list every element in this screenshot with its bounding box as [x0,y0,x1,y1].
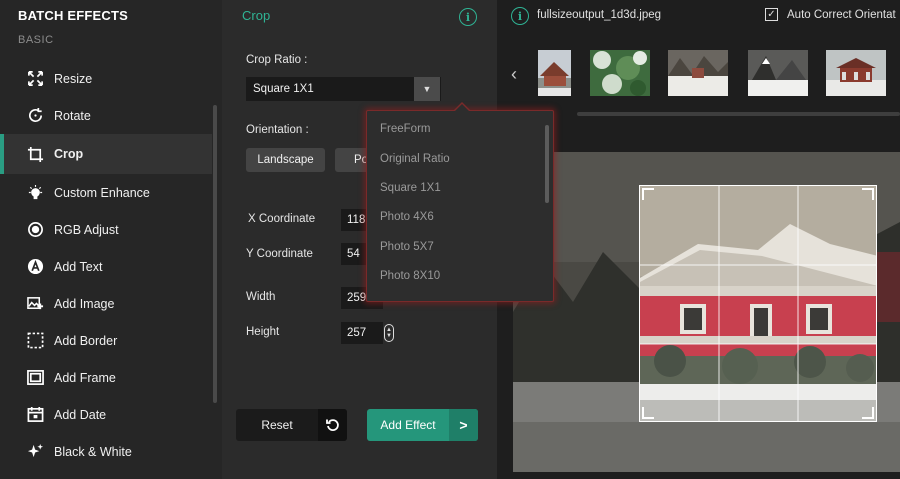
reset-label: Reset [261,418,293,432]
sidebar-item-black-white[interactable]: Black & White [0,433,212,470]
chevron-down-icon[interactable]: ▼ [414,77,440,101]
thumbnail-5[interactable] [826,50,886,96]
text-icon [26,258,44,276]
height-input[interactable]: 257 [341,322,383,344]
dropdown-option-square[interactable]: Square 1X1 [380,182,441,194]
crop-ratio-label: Crop Ratio : [246,54,308,66]
rotate-icon [26,107,44,125]
sidebar-item-add-frame[interactable]: Add Frame [0,359,212,396]
dropdown-scrollbar[interactable] [545,125,549,203]
sidebar-item-label: Add Text [54,259,103,274]
sidebar-item-add-text[interactable]: Add Text [0,248,212,285]
width-label: Width [246,291,276,303]
calendar-icon [26,406,44,424]
panel-title: Crop [242,8,271,23]
add-image-icon [26,295,44,313]
effects-menu: Resize Rotate Crop Custom Enhance RGB Ad… [0,60,212,470]
preview-area: i fullsizeoutput_1d3d.jpeg ✓ Auto Correc… [497,0,900,479]
thumbnail-3[interactable] [668,50,728,96]
height-stepper[interactable]: ▲ ▼ [384,324,394,342]
preview-top-bar: i fullsizeoutput_1d3d.jpeg ✓ Auto Correc… [497,0,900,32]
sidebar-item-rgb-adjust[interactable]: RGB Adjust [0,211,212,248]
add-effect-button[interactable]: Add Effect > [367,409,478,441]
reset-button[interactable]: Reset [236,409,347,441]
sidebar-item-label: Crop [54,147,84,161]
sidebar-item-label: Add Image [54,296,115,311]
dropdown-option-photo-4x6[interactable]: Photo 4X6 [380,211,434,223]
crop-ratio-select[interactable]: Square 1X1 ▼ [246,77,441,101]
sparkle-icon [26,443,44,461]
sidebar-item-label: Add Frame [54,370,116,385]
section-label: BASIC [18,34,54,46]
rgb-icon [26,221,44,239]
crop-handle-bottom-left[interactable] [642,407,654,419]
dropdown-option-original-ratio[interactable]: Original Ratio [380,153,450,165]
landscape-button[interactable]: Landscape [246,148,325,172]
height-label: Height [246,326,280,338]
frame-icon [26,369,44,387]
dropdown-option-freeform[interactable]: FreeForm [380,123,430,135]
sidebar-item-resize[interactable]: Resize [0,60,212,97]
sidebar-item-add-date[interactable]: Add Date [0,396,212,433]
thumbnail-scrollbar[interactable] [577,112,900,116]
sidebar-scrollbar[interactable] [213,105,217,403]
crop-handle-bottom-right[interactable] [862,407,874,419]
dropdown-option-photo-5x7[interactable]: Photo 5X7 [380,241,434,253]
sidebar-item-custom-enhance[interactable]: Custom Enhance [0,174,212,211]
crop-ratio-dropdown: FreeForm Original Ratio Square 1X1 Photo… [366,102,554,302]
auto-correct-checkbox[interactable]: ✓ [765,8,778,21]
app-title: BATCH EFFECTS [18,8,128,23]
file-name: fullsizeoutput_1d3d.jpeg [537,9,662,21]
sidebar-item-rotate[interactable]: Rotate [0,97,212,134]
thumbnail-4[interactable] [748,50,808,96]
x-coordinate-label: X Coordinate [248,213,316,225]
crop-handle-top-right[interactable] [862,188,874,200]
sidebar-item-crop[interactable]: Crop [0,134,212,174]
sidebar-item-label: Add Border [54,333,118,348]
resize-icon [26,70,44,88]
orientation-label: Orientation : [246,124,309,136]
crop-ratio-value: Square 1X1 [253,83,314,95]
cropped-image [640,186,876,421]
border-icon [26,332,44,350]
file-info-icon[interactable]: i [511,7,529,25]
chevron-right-icon: > [449,409,478,441]
crop-icon [26,145,44,163]
sidebar-item-label: Resize [54,71,93,86]
thumbnail-2[interactable] [590,50,650,96]
sidebar: BATCH EFFECTS BASIC Resize Rotate Crop C… [0,0,222,479]
sidebar-item-label: Custom Enhance [54,185,150,200]
dropdown-option-photo-8x10[interactable]: Photo 8X10 [380,270,440,282]
sidebar-item-add-border[interactable]: Add Border [0,322,212,359]
sidebar-item-label: Rotate [54,108,91,123]
image-canvas[interactable] [513,152,900,472]
crop-selection[interactable] [639,185,877,422]
add-effect-label: Add Effect [380,418,436,432]
chevron-left-icon[interactable]: ‹ [511,64,517,85]
auto-correct-label: Auto Correct Orientat [787,9,896,21]
undo-icon [318,409,347,441]
sidebar-item-label: Black & White [54,444,132,459]
bulb-icon [26,184,44,202]
sidebar-item-label: Add Date [54,407,107,422]
info-icon[interactable]: i [459,8,477,26]
y-coordinate-label: Y Coordinate [246,248,313,260]
sidebar-item-add-image[interactable]: Add Image [0,285,212,322]
crop-handle-top-left[interactable] [642,188,654,200]
thumbnail-1[interactable] [538,50,571,96]
sidebar-item-label: RGB Adjust [54,222,119,237]
